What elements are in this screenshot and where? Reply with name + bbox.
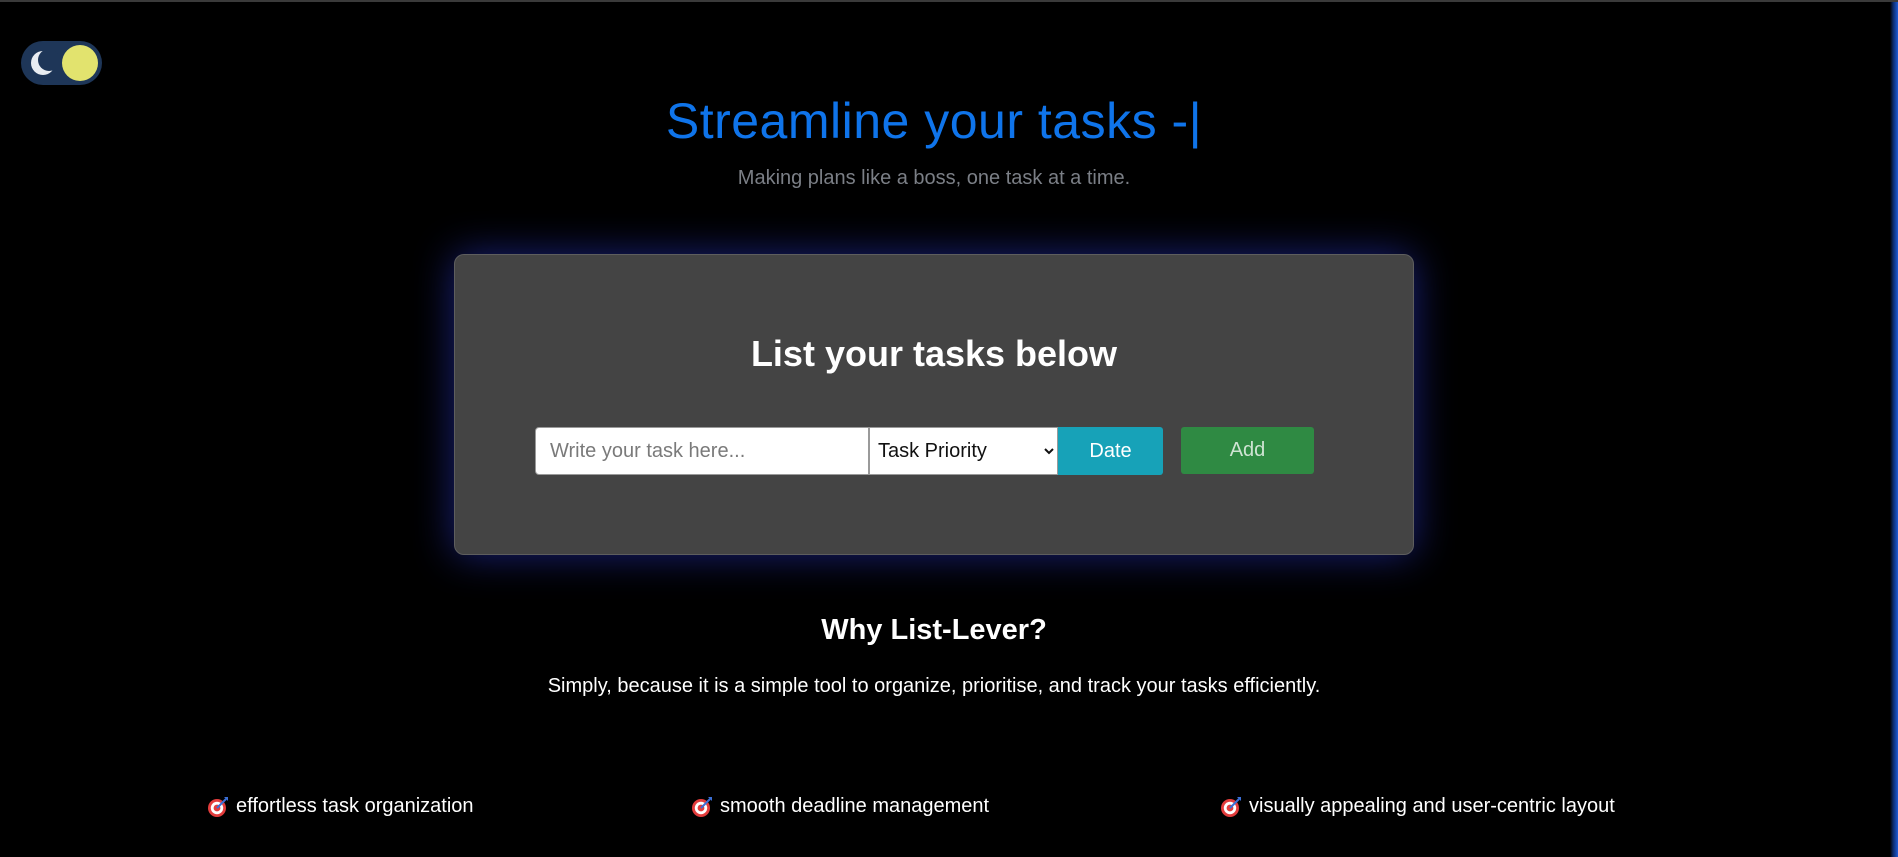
target-icon [1221, 796, 1241, 817]
add-task-button[interactable]: Add [1181, 427, 1314, 474]
window-edge-glow [1890, 2, 1898, 857]
toggle-knob[interactable] [62, 45, 98, 81]
task-card: List your tasks below Task Priority Date… [454, 254, 1414, 555]
page-title: Streamline your tasks -| [665, 93, 1203, 149]
date-button[interactable]: Date [1058, 427, 1163, 475]
page-subtitle: Making plans like a boss, one task at a … [737, 167, 1131, 189]
feature-label: visually appealing and user-centric layo… [1249, 795, 1615, 817]
feature-label: effortless task organization [236, 795, 474, 817]
feature-label: smooth deadline management [720, 795, 990, 817]
task-priority-select[interactable]: Task Priority [869, 427, 1058, 475]
task-input[interactable] [535, 427, 869, 475]
why-heading: Why List-Lever? [821, 614, 1047, 646]
feature-item-layout: visually appealing and user-centric layo… [1220, 795, 1615, 818]
theme-toggle[interactable] [21, 41, 102, 85]
moon-icon [31, 49, 58, 75]
target-icon [692, 796, 712, 817]
why-description: Simply, because it is a simple tool to o… [547, 675, 1321, 697]
page: Streamline your tasks -| Making plans li… [0, 0, 1898, 857]
feature-item-deadlines: smooth deadline management [691, 795, 989, 818]
target-icon [208, 796, 228, 817]
card-title: List your tasks below [750, 333, 1118, 374]
feature-item-organization: effortless task organization [207, 795, 474, 818]
